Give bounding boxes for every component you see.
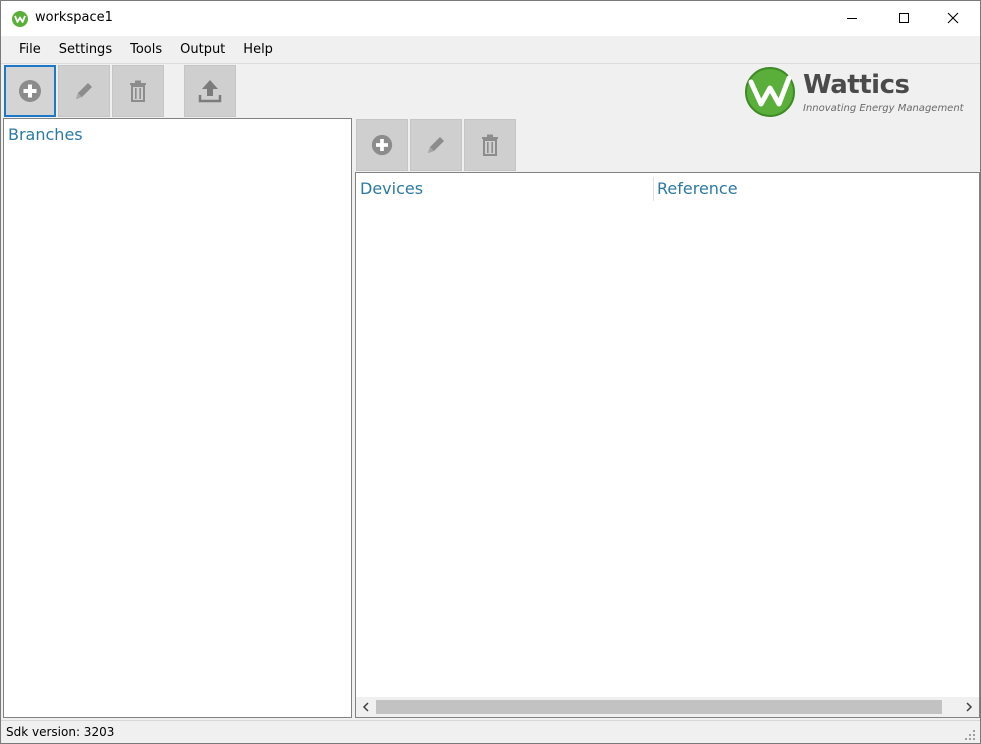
main-toolbar: Wattics Innovating Energy Management <box>1 63 980 118</box>
horizontal-scrollbar[interactable] <box>356 697 979 717</box>
title-bar: workspace1 <box>1 1 980 36</box>
upload-icon <box>198 80 222 103</box>
minimize-button[interactable] <box>829 1 875 35</box>
column-header-reference[interactable]: Reference <box>657 179 738 198</box>
branches-panel[interactable]: Branches <box>3 118 352 718</box>
minimize-icon <box>847 18 857 19</box>
app-window: workspace1 File Settings Tools Output He… <box>0 0 981 744</box>
app-logo-icon <box>12 11 28 27</box>
wattics-logo: Wattics Innovating Energy Management <box>739 66 969 118</box>
column-header-devices[interactable]: Devices <box>360 179 423 198</box>
delete-device-button[interactable] <box>464 119 516 171</box>
delete-icon <box>130 80 146 102</box>
menu-help[interactable]: Help <box>234 42 282 57</box>
menu-tools[interactable]: Tools <box>121 42 171 57</box>
column-divider[interactable] <box>653 177 654 201</box>
logo-wordmark: Wattics <box>803 70 910 100</box>
sdk-version-label: Sdk version: 3203 <box>6 725 115 739</box>
scrollbar-thumb[interactable] <box>376 700 942 714</box>
edit-icon <box>428 137 444 153</box>
maximize-button[interactable] <box>881 1 927 35</box>
delete-branch-button[interactable] <box>112 65 164 117</box>
scroll-right-button[interactable] <box>959 697 979 717</box>
window-title: workspace1 <box>35 10 113 25</box>
edit-icon <box>76 83 92 99</box>
resize-grip-icon[interactable] <box>963 728 977 742</box>
add-icon <box>19 80 41 102</box>
branches-heading: Branches <box>8 125 83 144</box>
add-branch-button[interactable] <box>4 65 56 117</box>
close-button[interactable] <box>930 1 976 35</box>
add-device-button[interactable] <box>356 119 408 171</box>
wattics-logo-icon <box>745 67 795 117</box>
menu-output[interactable]: Output <box>171 42 234 57</box>
devices-toolbar <box>355 118 980 172</box>
upload-button[interactable] <box>184 65 236 117</box>
logo-tagline: Innovating Energy Management <box>803 103 964 114</box>
chevron-right-icon <box>966 702 973 712</box>
add-icon <box>371 134 393 156</box>
chevron-left-icon <box>362 702 369 712</box>
status-bar: Sdk version: 3203 <box>1 720 980 743</box>
devices-list[interactable]: Devices Reference <box>355 172 980 718</box>
edit-device-button[interactable] <box>410 119 462 171</box>
close-icon <box>947 12 959 24</box>
menu-settings[interactable]: Settings <box>50 42 121 57</box>
maximize-icon <box>899 13 909 23</box>
delete-icon <box>482 134 498 156</box>
edit-branch-button[interactable] <box>58 65 110 117</box>
menu-file[interactable]: File <box>10 42 50 57</box>
scroll-left-button[interactable] <box>356 697 376 717</box>
menu-bar: File Settings Tools Output Help <box>1 36 980 62</box>
